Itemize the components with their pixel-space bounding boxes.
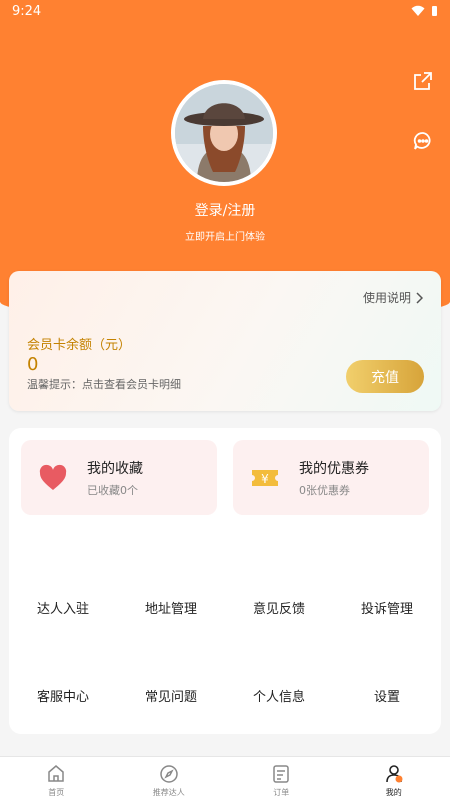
- tab-recommended-talent[interactable]: 推荐达人: [113, 757, 226, 800]
- compass-icon: [160, 765, 178, 783]
- battery-icon: [432, 6, 437, 16]
- balance-hint[interactable]: 温馨提示：点击查看会员卡明细: [27, 376, 181, 392]
- menu-item-feedback[interactable]: 意见反馈: [225, 598, 333, 617]
- svg-text:¥: ¥: [261, 472, 269, 486]
- tab-home-label: 首页: [48, 788, 65, 797]
- menu-item-customer-service[interactable]: 客服中心: [9, 686, 117, 705]
- coupons-tile[interactable]: ¥ 我的优惠券 0张优惠券: [233, 440, 429, 515]
- coupons-title: 我的优惠券: [299, 460, 369, 477]
- profile-icon: [385, 765, 403, 783]
- tab-home[interactable]: 首页: [0, 757, 113, 800]
- status-icons: [411, 5, 438, 17]
- menu-item-talent-join[interactable]: 达人入驻: [9, 598, 117, 617]
- recharge-button[interactable]: 充值: [346, 360, 424, 393]
- tab-orders[interactable]: 订单: [225, 757, 338, 800]
- balance-value: 0: [27, 354, 39, 375]
- chevron-right-icon: [416, 291, 423, 304]
- tab-mine[interactable]: 我的: [338, 757, 450, 800]
- tab-orders-label: 订单: [273, 788, 290, 797]
- member-card[interactable]: 使用说明 会员卡余额（元） 0 温馨提示：点击查看会员卡明细 充值: [9, 271, 441, 411]
- coupons-count: 0张优惠券: [299, 483, 350, 497]
- main-panel: 我的收藏 已收藏0个 ¥ 我的优惠券 0张优惠券 达人入驻 地址管理 意见反馈 …: [9, 428, 441, 734]
- menu-row-2: 客服中心 常见问题 个人信息 设置: [9, 686, 441, 705]
- avatar[interactable]: [171, 80, 277, 186]
- coupon-icon: ¥: [252, 469, 278, 486]
- tab-recommended-talent-label: 推荐达人: [152, 788, 185, 797]
- login-register-link[interactable]: 登录/注册: [0, 200, 450, 220]
- usage-label: 使用说明: [362, 291, 411, 305]
- status-time: 9:24: [12, 3, 42, 19]
- heart-icon: [39, 464, 67, 490]
- balance-label: 会员卡余额（元）: [27, 338, 132, 353]
- favorites-title: 我的收藏: [87, 460, 143, 477]
- message-icon[interactable]: [412, 130, 434, 152]
- share-icon[interactable]: [412, 70, 434, 92]
- order-icon: [273, 765, 289, 783]
- usage-instructions-link[interactable]: 使用说明: [363, 289, 423, 306]
- status-bar: 9:24: [0, 0, 450, 22]
- menu-item-settings[interactable]: 设置: [333, 686, 441, 705]
- menu-item-faq[interactable]: 常见问题: [117, 686, 225, 705]
- bottom-tab-bar: 首页 推荐达人 订单 我的: [0, 756, 450, 800]
- menu-item-complaints[interactable]: 投诉管理: [333, 598, 441, 617]
- wifi-icon: [411, 5, 425, 16]
- menu-row-1: 达人入驻 地址管理 意见反馈 投诉管理: [9, 598, 441, 617]
- menu-item-personal-info[interactable]: 个人信息: [225, 686, 333, 705]
- login-subtitle: 立即开启上门体验: [185, 232, 265, 243]
- home-icon: [48, 765, 64, 782]
- favorites-count: 已收藏0个: [87, 483, 138, 497]
- tab-mine-label: 我的: [385, 788, 402, 797]
- menu-item-address-management[interactable]: 地址管理: [117, 598, 225, 617]
- favorites-tile[interactable]: 我的收藏 已收藏0个: [21, 440, 217, 515]
